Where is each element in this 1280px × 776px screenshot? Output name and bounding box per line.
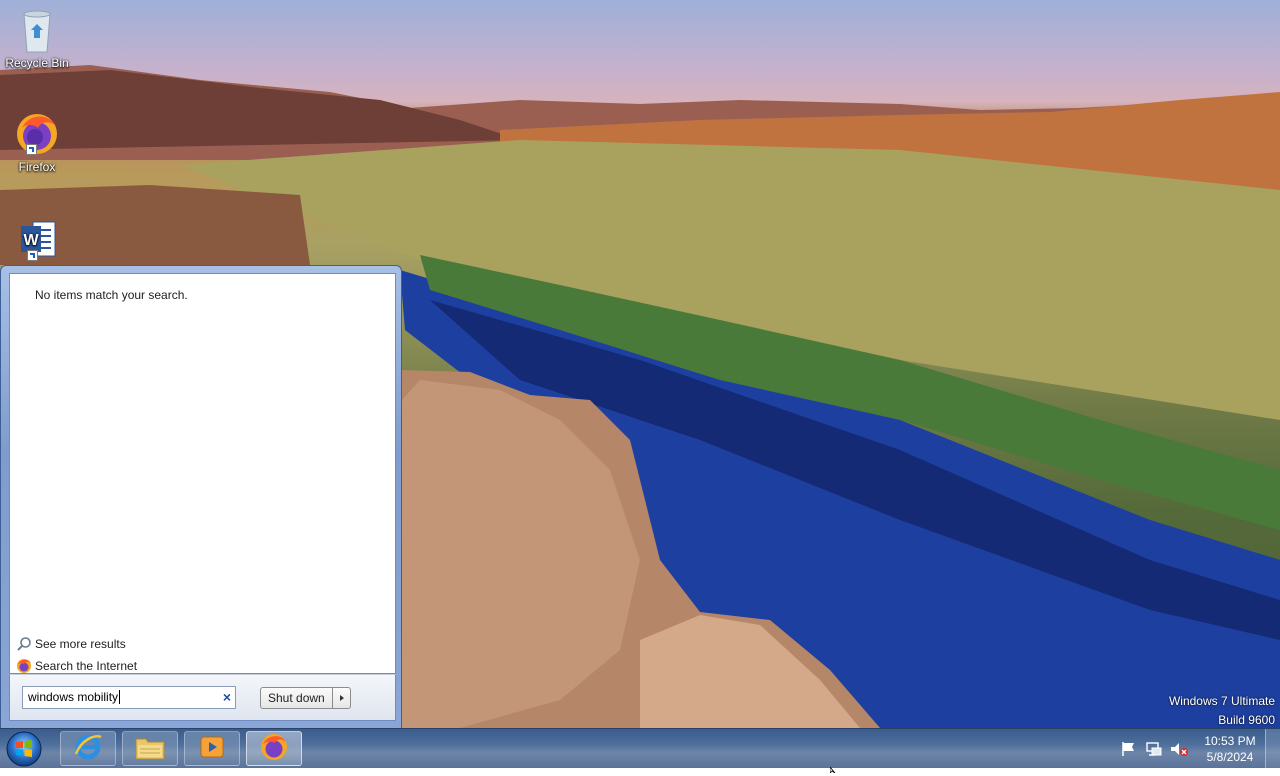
- desktop-icon-label: Recycle Bin: [5, 56, 69, 70]
- search-internet-label: Search the Internet: [35, 659, 138, 673]
- search-internet-link[interactable]: Search the Internet: [16, 657, 137, 675]
- shortcut-arrow-icon: [27, 250, 38, 261]
- firefox-icon: [14, 110, 60, 158]
- watermark-edition: Windows 7 Ultimate: [1168, 694, 1275, 708]
- windows-explorer-icon: [134, 733, 166, 764]
- taskbar-firefox[interactable]: [246, 731, 302, 766]
- start-search-input[interactable]: windows mobility ×: [22, 686, 236, 709]
- see-more-results-link[interactable]: See more results: [16, 635, 126, 653]
- svg-text:W: W: [24, 232, 40, 249]
- system-tray: [1118, 729, 1193, 769]
- desktop-icon-firefox[interactable]: Firefox: [0, 110, 74, 174]
- word-icon: W: [15, 218, 59, 262]
- start-menu: No items match your search. See more res…: [0, 265, 402, 728]
- mouse-cursor-icon: [829, 762, 838, 776]
- network-icon[interactable]: [1143, 740, 1165, 758]
- show-desktop-button[interactable]: [1265, 729, 1280, 768]
- internet-explorer-icon: [73, 732, 103, 765]
- action-center-flag-icon[interactable]: [1118, 740, 1140, 758]
- volume-muted-icon[interactable]: [1168, 740, 1190, 758]
- start-button[interactable]: [4, 730, 44, 767]
- start-menu-bottom-bar: windows mobility × Shut down: [9, 674, 396, 721]
- desktop-icon-word[interactable]: W: [0, 218, 74, 264]
- search-input-value: windows mobility: [28, 690, 119, 704]
- shutdown-button[interactable]: Shut down: [260, 687, 333, 709]
- clock-time: 10:53 PM: [1204, 734, 1256, 748]
- shutdown-control: Shut down: [260, 687, 351, 709]
- clock-date: 5/8/2024: [1206, 750, 1254, 764]
- taskbar-media-player[interactable]: [184, 731, 240, 766]
- desktop-icon-label: Firefox: [18, 160, 56, 174]
- recycle-bin-icon: [20, 8, 54, 54]
- search-results-pane: No items match your search. See more res…: [9, 273, 396, 674]
- magnifier-icon: [16, 636, 32, 652]
- no-results-message: No items match your search.: [35, 288, 188, 302]
- taskbar-clock[interactable]: 10:53 PM 5/8/2024: [1198, 733, 1262, 765]
- taskbar: 10:53 PM 5/8/2024: [0, 728, 1280, 768]
- firefox-icon: [16, 658, 32, 674]
- text-caret: [119, 690, 121, 704]
- windows-build-watermark: Windows 7 Ultimate Build 9600: [1169, 692, 1275, 730]
- taskbar-internet-explorer[interactable]: [60, 731, 116, 766]
- media-player-icon: [198, 733, 226, 764]
- desktop-icon-recycle-bin[interactable]: Recycle Bin: [0, 8, 74, 70]
- shortcut-arrow-icon: [26, 144, 37, 155]
- taskbar-windows-explorer[interactable]: [122, 731, 178, 766]
- clear-search-icon[interactable]: ×: [223, 687, 231, 708]
- shutdown-options-arrow-icon[interactable]: [332, 687, 351, 709]
- see-more-results-label: See more results: [35, 637, 126, 651]
- firefox-icon: [259, 732, 289, 765]
